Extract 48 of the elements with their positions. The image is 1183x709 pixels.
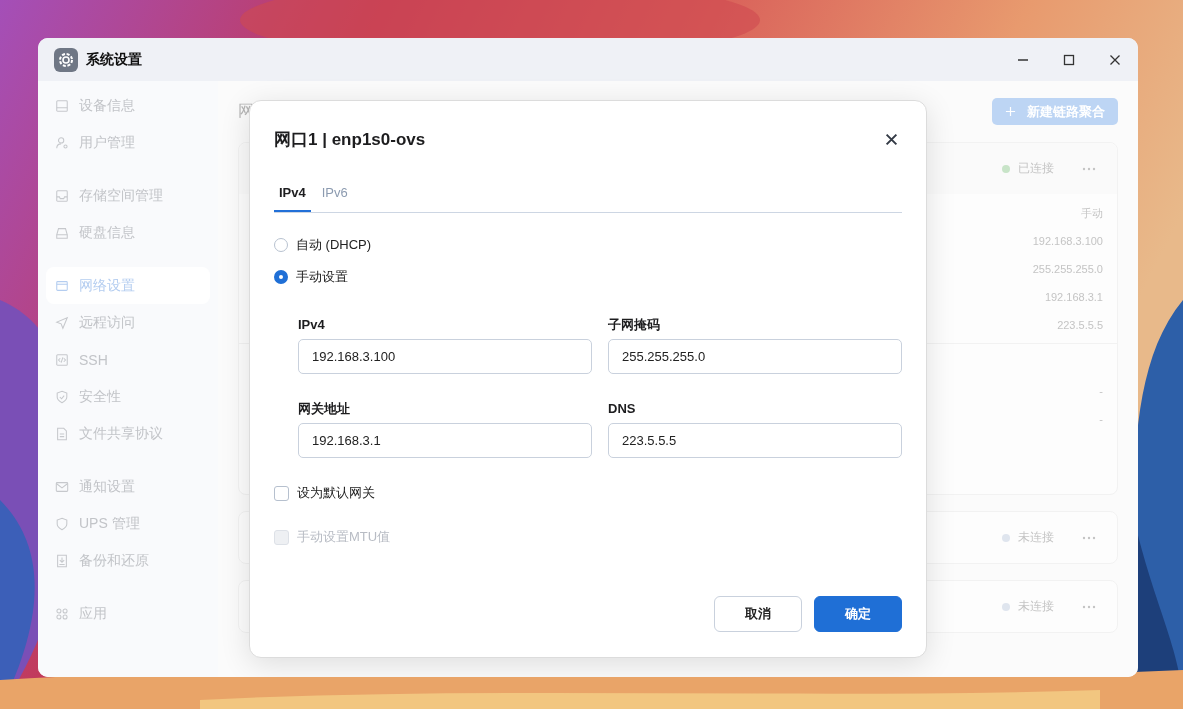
tab[interactable]: IPv4 [274, 174, 311, 212]
tab[interactable]: IPv6 [316, 174, 353, 212]
field-label: DNS [608, 400, 637, 418]
checkbox-option[interactable]: 设为默认网关 [274, 477, 375, 509]
monitor-icon [55, 98, 69, 113]
window-icon [55, 278, 69, 293]
plus-icon [1005, 106, 1016, 117]
input-field[interactable]: 192.168.3.100 [298, 339, 592, 374]
input-field[interactable]: 255.255.255.0 [608, 339, 902, 374]
detail-value: - [1099, 413, 1103, 425]
input-field[interactable]: 192.168.3.1 [298, 423, 592, 458]
drive-icon [55, 225, 69, 240]
code-icon [55, 352, 69, 367]
radio-option[interactable]: 手动设置 [274, 261, 348, 293]
detail-value: - [1099, 385, 1103, 397]
more-icon[interactable] [1082, 604, 1096, 609]
field-label: IPv4 [298, 316, 326, 334]
shield-check-icon [55, 389, 69, 404]
more-icon[interactable] [1082, 166, 1096, 171]
radio-button[interactable] [274, 238, 288, 252]
close-icon[interactable] [1109, 53, 1121, 66]
mail-icon [55, 479, 69, 494]
detail-value: 192.168.3.100 [1032, 235, 1103, 247]
download-icon [55, 553, 69, 568]
radio-button[interactable] [274, 270, 288, 284]
send-icon [55, 315, 69, 330]
more-icon[interactable] [1082, 535, 1096, 540]
input-field[interactable]: 223.5.5.5 [608, 423, 902, 458]
dialog-title: 网口1 | enp1s0-ovs [274, 128, 426, 151]
new-aggregation-button[interactable]: 新建链路聚合 [992, 98, 1118, 125]
shield-icon [55, 516, 69, 531]
cancel-button[interactable]: 取消 [714, 596, 802, 632]
checkbox[interactable] [274, 485, 289, 501]
window-title: 系统设置 [86, 50, 142, 69]
tray-icon [55, 188, 69, 203]
confirm-button[interactable]: 确定 [814, 596, 902, 632]
maximize-icon[interactable] [1063, 53, 1075, 66]
gear-icon [54, 47, 78, 72]
user-gear-icon [55, 135, 69, 150]
sidebar-item[interactable]: 网络设置 [46, 267, 210, 304]
detail-value: 223.5.5.5 [1057, 319, 1103, 331]
radio-option[interactable]: 自动 (DHCP) [274, 229, 372, 261]
detail-value: 255.255.255.0 [1032, 263, 1103, 275]
apps-icon [55, 606, 69, 621]
detail-value: 192.168.3.1 [1044, 291, 1103, 303]
document-icon [55, 426, 69, 441]
field-label: 网关地址 [298, 400, 351, 418]
field-label: 子网掩码 [608, 316, 661, 334]
